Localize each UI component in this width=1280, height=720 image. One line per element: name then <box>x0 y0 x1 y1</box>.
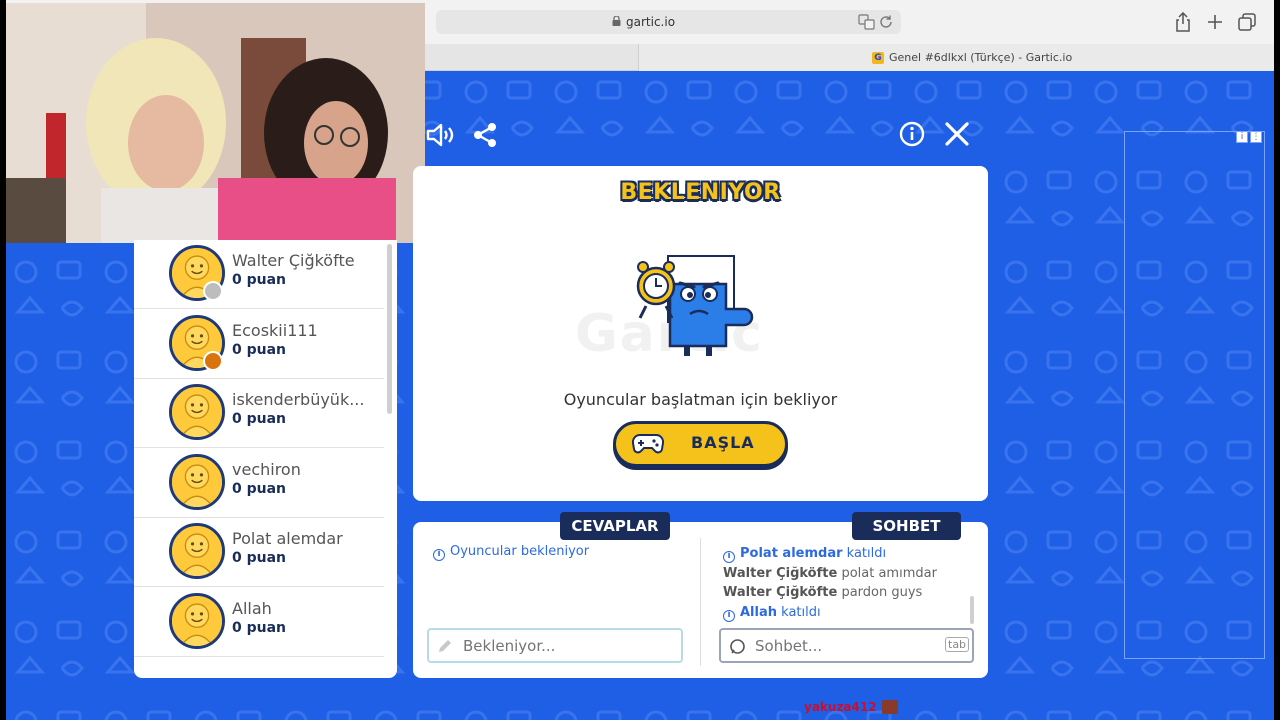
player-score: 0 puan <box>232 480 287 497</box>
share-icon[interactable] <box>1174 12 1192 32</box>
close-icon[interactable] <box>944 121 970 147</box>
search-icon <box>730 639 745 654</box>
plus-icon[interactable] <box>1206 13 1224 31</box>
ad-info-icon[interactable]: i <box>1236 131 1248 143</box>
chat-username: Walter Çiğköfte <box>723 565 838 581</box>
chat-username: Polat alemdar <box>740 546 843 561</box>
webcam-overlay <box>6 3 425 243</box>
players-panel: Walter Çiğköfte 0 puan Ecoskii111 0 puan isk… <box>134 240 397 678</box>
chat-message: i Polat alemdar katıldı <box>723 546 886 563</box>
player-row[interactable]: Ecoskii111 0 puan <box>134 310 384 379</box>
chat-username: Allah <box>740 604 778 620</box>
chat-text: pardon guys <box>841 585 923 600</box>
answers-title: CEVAPLAR <box>560 512 670 540</box>
chat-field[interactable]: tab <box>719 628 974 663</box>
player-status-badge <box>203 350 223 371</box>
start-button[interactable]: BAŞLA <box>613 421 788 467</box>
stream-emote-icon <box>882 700 898 714</box>
chat-input[interactable] <box>755 636 930 656</box>
gamepad-icon <box>632 433 664 454</box>
chat-username: Walter Çiğköfte <box>723 585 838 600</box>
answers-chat-card: i Oyuncular bekleniyor i Polat alemdar kat… <box>413 522 988 678</box>
chat-text: polat amımdar <box>841 565 937 581</box>
player-row[interactable]: Allah 0 puan <box>134 588 384 657</box>
player-row[interactable]: iskenderbüyük... 0 puan <box>134 379 384 448</box>
chat-message: i Allah katıldı <box>723 605 821 622</box>
player-row[interactable]: Polat alemdar 0 puan <box>134 518 384 587</box>
player-name: Polat alemdar <box>232 529 343 548</box>
player-score: 0 puan <box>232 619 287 636</box>
info-small-icon: i <box>433 549 445 561</box>
answer-input[interactable] <box>463 636 673 656</box>
player-score: 0 puan <box>232 272 287 288</box>
tab-key-hint: tab <box>945 637 970 652</box>
player-row[interactable]: vechiron 0 puan <box>134 449 384 518</box>
start-button-label: BAŞLA <box>691 433 755 452</box>
chat-text: katıldı <box>781 604 821 620</box>
tab-favicon-icon: G <box>872 52 884 64</box>
info-small-icon: i <box>723 609 735 622</box>
player-name: Allah <box>232 598 272 618</box>
avatar <box>169 453 225 510</box>
waiting-message: Oyuncular başlatman için bekliyor <box>563 390 838 409</box>
translate-icon[interactable] <box>858 14 875 30</box>
player-score: 0 puan <box>232 550 287 566</box>
player-row[interactable]: Walter Çiğköfte 0 puan <box>134 240 384 309</box>
status-title: BEKLENIYOR <box>620 180 781 205</box>
player-name: vechiron <box>232 459 301 479</box>
tabs-icon[interactable] <box>1238 13 1256 31</box>
player-score: 0 puan <box>232 411 287 427</box>
info-icon[interactable] <box>899 121 925 147</box>
tab-title: Genel #6dlkxl (Türkçe) - Gartic.io <box>889 51 1073 64</box>
pencil-icon <box>439 640 451 652</box>
waiting-mascot-illustration <box>636 255 754 356</box>
player-name: Ecoskii111 <box>232 320 318 340</box>
player-score: 0 puan <box>232 341 287 358</box>
chat-message: Walter Çiğköfte pardon guys <box>723 585 922 600</box>
answers-info-text: Oyuncular bekleniyor <box>450 544 590 559</box>
ad-slot[interactable] <box>1124 131 1265 659</box>
avatar <box>169 523 225 579</box>
share-game-icon[interactable] <box>472 122 498 148</box>
url-text: gartic.io <box>626 15 676 29</box>
speaker-icon[interactable] <box>426 122 454 148</box>
info-small-icon: i <box>723 551 735 563</box>
section-divider <box>700 538 701 666</box>
ad-menu-icon[interactable]: ⋮ <box>1250 131 1262 143</box>
lock-icon <box>612 16 621 26</box>
chat-message: Walter Çiğköfte polat amımdar <box>723 566 937 581</box>
avatar <box>169 384 225 440</box>
answer-field[interactable] <box>427 628 683 663</box>
answers-info: i Oyuncular bekleniyor <box>433 544 589 561</box>
game-status-card: BEKLENIYOR Gartic Oyuncular başlatman iç… <box>413 166 988 501</box>
chat-text: katıldı <box>846 546 887 561</box>
game-frame: gartic.io G Genel #6dlkxl (Türkçe) - Gar… <box>6 0 1274 720</box>
chat-title: SOHBET <box>852 512 961 540</box>
player-name: iskenderbüyük... <box>232 390 365 409</box>
players-scrollbar[interactable] <box>387 244 392 414</box>
player-status-badge <box>203 281 223 301</box>
reload-icon[interactable] <box>878 14 894 30</box>
player-name: Walter Çiğköfte <box>232 251 355 270</box>
chat-scrollbar[interactable] <box>970 596 974 624</box>
stream-chat-overlay: yakuza412 : <box>804 700 886 714</box>
avatar <box>169 592 225 649</box>
